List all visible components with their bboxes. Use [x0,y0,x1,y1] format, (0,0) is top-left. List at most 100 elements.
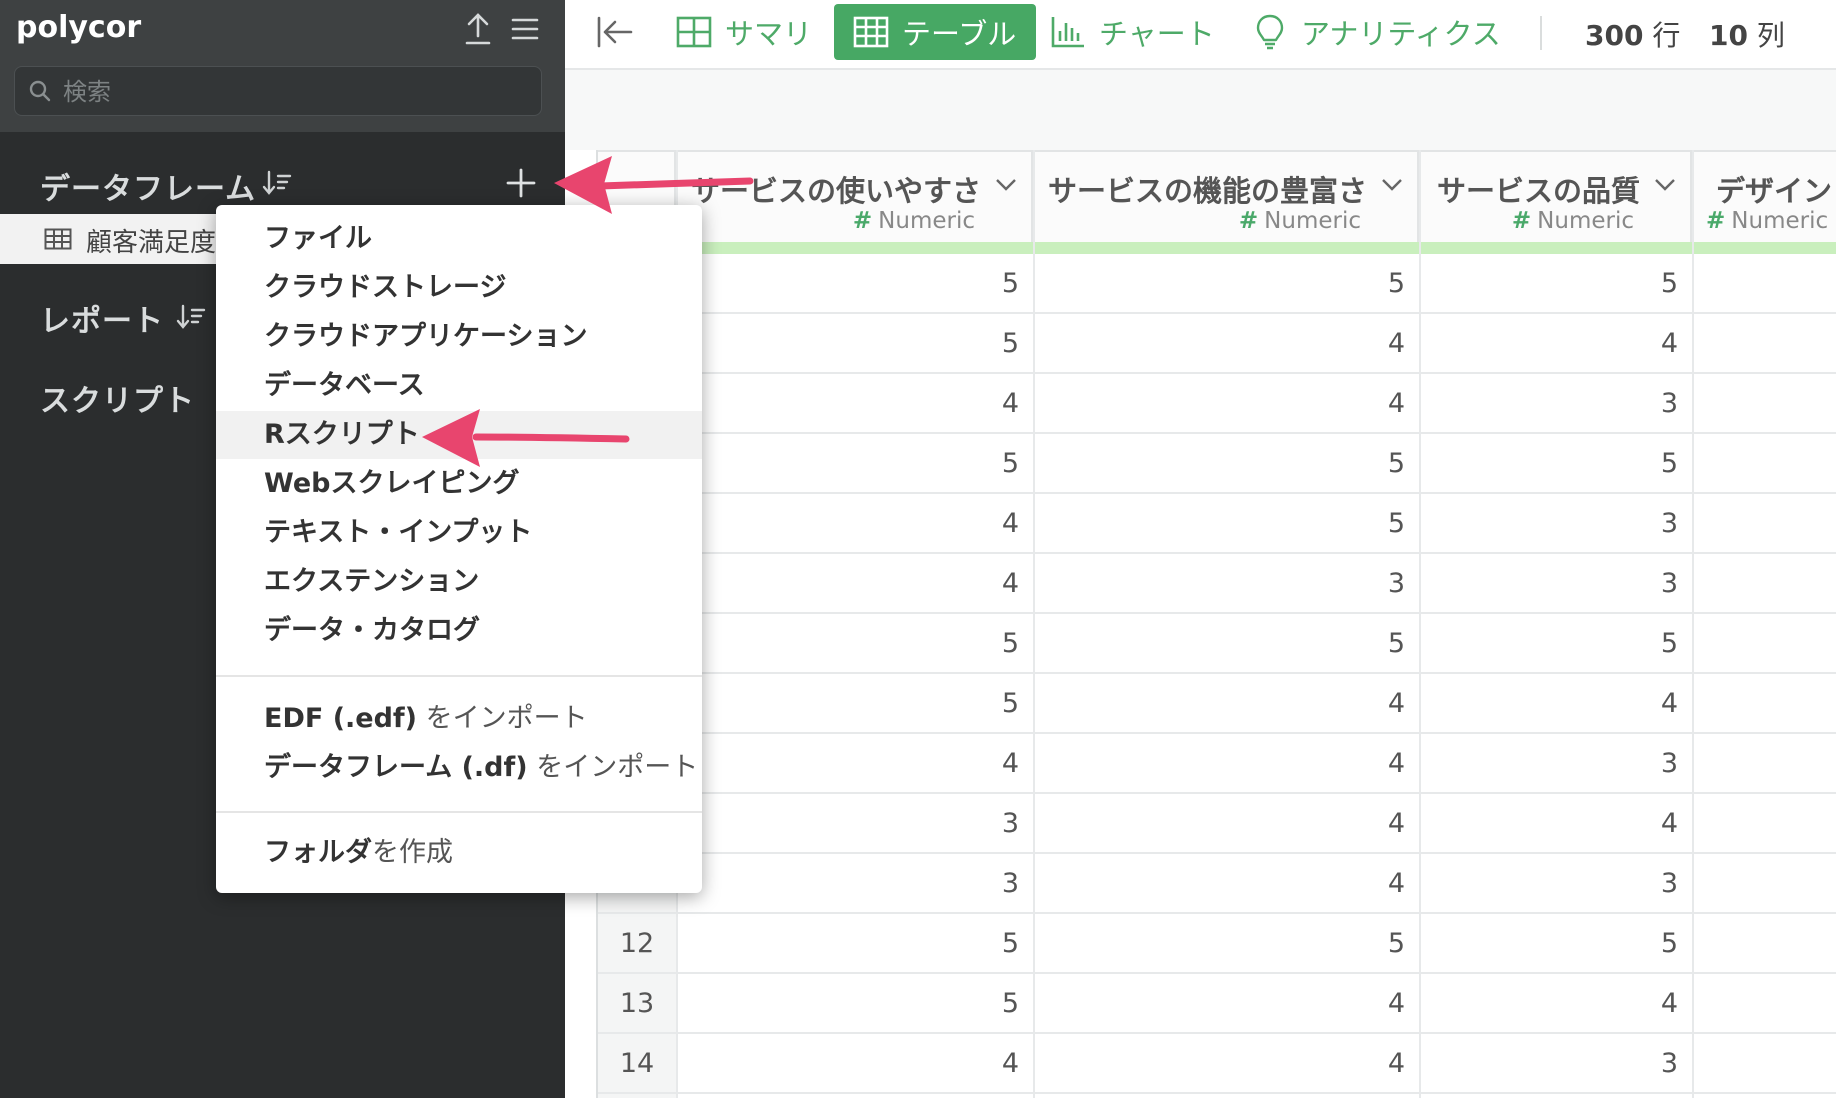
table-cell[interactable]: 4 [1388,988,1405,1019]
row-index: 14 [619,1048,655,1079]
menu-item-data-catalog[interactable]: データ・カタログ [216,607,702,655]
table-cell[interactable]: 4 [1388,808,1405,839]
table-cell[interactable]: 3 [1661,748,1678,779]
row-divider [598,912,1836,914]
column-header[interactable]: サービスの使いやすさ # Numeric [676,150,1033,242]
table-cell[interactable]: 3 [1002,808,1019,839]
table-cell[interactable]: 5 [1002,268,1019,299]
column-name: サービスの機能の豊富さ [1047,174,1367,208]
table-cell[interactable]: 4 [1388,748,1405,779]
table-cell[interactable]: 5 [1388,448,1405,479]
row-count-unit: 行 [1652,19,1681,52]
row-divider [598,852,1836,854]
sort-icon[interactable] [262,168,292,198]
add-dataframe-icon[interactable] [504,166,538,200]
table-icon [853,16,889,48]
collapse-sidebar-icon[interactable] [595,14,635,50]
menu-item-cloud-storage[interactable]: クラウドストレージ [216,264,702,312]
table-cell[interactable]: 4 [1388,328,1405,359]
table-cell[interactable]: 4 [1388,868,1405,899]
menu-item-import-df[interactable]: データフレーム (.df) をインポート [216,744,702,792]
toolbar-divider [1540,16,1542,50]
menu-item-file[interactable]: ファイル [216,215,702,263]
table-cell[interactable]: 3 [1388,568,1405,599]
table-cell[interactable]: 3 [1661,388,1678,419]
column-divider [1419,150,1421,1098]
numeric-hash-icon: # [1706,208,1726,234]
column-header[interactable]: サービスの品質 # Numeric [1419,150,1692,242]
table-cell[interactable]: 5 [1661,268,1678,299]
table-cell[interactable]: 5 [1002,688,1019,719]
row-divider [598,612,1836,614]
table-cell[interactable]: 4 [1002,1048,1019,1079]
table-cell[interactable]: 4 [1388,388,1405,419]
tab-table[interactable]: テーブル [834,4,1037,60]
table-cell[interactable]: 5 [1002,628,1019,659]
view-toolbar: サマリ テーブル チャート アナリティクス 300 行 10 列 [565,0,1836,70]
chevron-down-icon[interactable] [1654,178,1676,192]
scripts-section-title[interactable]: スクリプト [40,376,195,420]
table-cell[interactable]: 4 [1661,988,1678,1019]
table-cell[interactable]: 4 [1388,688,1405,719]
table-icon [44,228,72,250]
table-cell[interactable]: 5 [1388,268,1405,299]
table-top-band [565,70,1836,150]
table-cell[interactable]: 5 [1661,448,1678,479]
table-cell[interactable]: 4 [1661,808,1678,839]
chevron-down-icon[interactable] [995,178,1017,192]
table-cell[interactable]: 4 [1002,568,1019,599]
column-type: # Numeric [1239,208,1361,234]
create-folder-label: フォルダ [264,837,372,868]
menu-item-web-scraping[interactable]: Webスクレイピング [216,460,702,508]
table-cell[interactable]: 3 [1661,1048,1678,1079]
column-count-value: 10 [1709,19,1748,52]
column-divider [1033,150,1035,1098]
menu-item-cloud-application[interactable]: クラウドアプリケーション [216,313,702,361]
table-cell[interactable]: 5 [1002,448,1019,479]
table-cell[interactable]: 5 [1661,928,1678,959]
row-count-value: 300 [1585,19,1644,52]
row-divider [598,372,1836,374]
tab-table-label: テーブル [902,17,1017,51]
menu-item-database[interactable]: データベース [216,362,702,410]
bar-chart-icon [1051,17,1084,48]
reports-section-title[interactable]: レポート [40,296,164,340]
table-cell[interactable]: 3 [1661,568,1678,599]
tab-chart[interactable]: チャート [1049,4,1215,60]
column-header[interactable]: デザイン # Numeric [1692,150,1836,242]
hamburger-menu-icon[interactable] [510,14,540,44]
table-cell[interactable]: 3 [1661,508,1678,539]
sidebar-header: polycor [0,0,565,132]
menu-item-extension[interactable]: エクステンション [216,558,702,606]
table-cell[interactable]: 4 [1002,508,1019,539]
menu-item-r-script[interactable]: Rスクリプト [216,411,702,459]
menu-item-text-input[interactable]: テキスト・インプット [216,509,702,557]
table-cell[interactable]: 3 [1661,868,1678,899]
table-cell[interactable]: 5 [1002,328,1019,359]
table-cell[interactable]: 4 [1002,748,1019,779]
table-cell[interactable]: 4 [1002,388,1019,419]
chevron-down-icon[interactable] [1381,178,1403,192]
table-cell[interactable]: 4 [1661,688,1678,719]
table-cell[interactable]: 5 [1002,928,1019,959]
table-cell[interactable]: 4 [1388,1048,1405,1079]
upload-icon[interactable] [462,12,494,46]
tab-analytics[interactable]: アナリティクス [1251,4,1501,60]
dataframes-section-title[interactable]: データフレーム [40,164,256,208]
table-cell[interactable]: 5 [1661,628,1678,659]
table-cell[interactable]: 4 [1661,328,1678,359]
menu-item-create-folder[interactable]: フォルダを作成 [216,829,702,877]
table-cell[interactable]: 5 [1388,928,1405,959]
numeric-hash-icon: # [1511,208,1532,234]
app-title: polycor [16,10,142,45]
table-cell[interactable]: 5 [1002,988,1019,1019]
menu-item-import-edf[interactable]: EDF (.edf) をインポート [216,695,702,743]
search-input[interactable] [61,75,525,109]
numeric-hash-icon: # [852,208,873,234]
sort-icon[interactable] [176,302,206,332]
table-cell[interactable]: 5 [1388,508,1405,539]
column-header[interactable]: サービスの機能の豊富さ # Numeric [1033,150,1419,242]
table-cell[interactable]: 5 [1388,628,1405,659]
table-cell[interactable]: 3 [1002,868,1019,899]
tab-summary[interactable]: サマリ [675,4,812,60]
